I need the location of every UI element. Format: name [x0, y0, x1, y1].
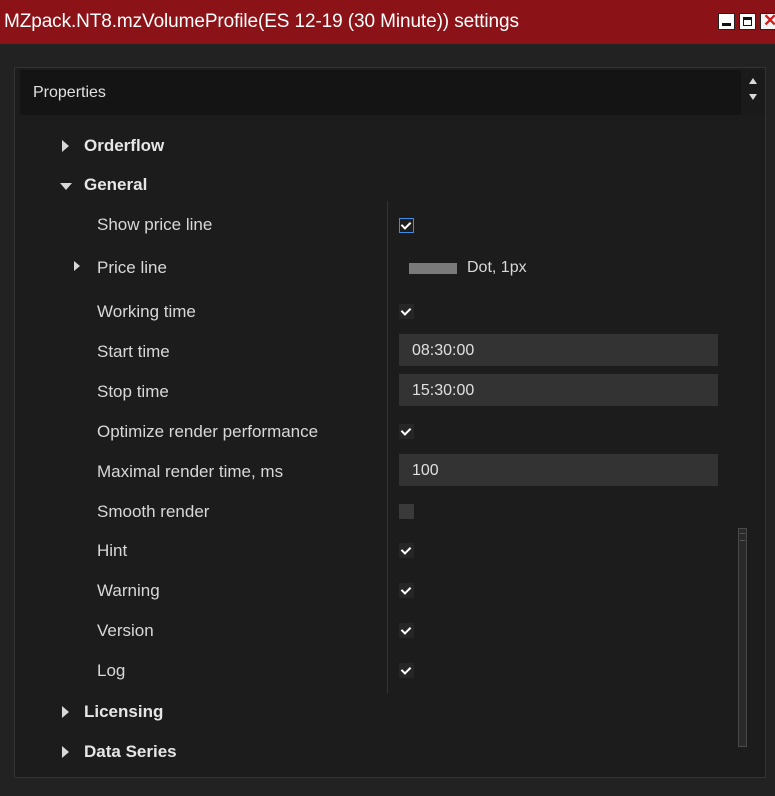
title-bar[interactable]: MZpack.NT8.mzVolumeProfile(ES 12-19 (30 … [0, 0, 775, 44]
vertical-scrollbar-thumb[interactable] [738, 528, 747, 747]
category-data-series-label: Data Series [84, 742, 177, 761]
warning-label: Warning [97, 581, 160, 600]
log-label: Log [97, 661, 126, 680]
category-orderflow-label: Orderflow [84, 136, 165, 155]
minimize-icon[interactable] [718, 13, 735, 30]
properties-header: Properties [20, 70, 741, 115]
start-time-label: Start time [97, 342, 170, 361]
scroll-grip-icon [740, 533, 745, 541]
scroll-buttons[interactable] [741, 70, 765, 115]
smooth-render-label: Smooth render [97, 502, 210, 521]
category-licensing-label: Licensing [84, 702, 164, 721]
column-divider[interactable] [387, 201, 388, 693]
properties-header-label: Properties [33, 84, 106, 101]
expand-caret-icon[interactable] [62, 746, 69, 758]
show-price-line-label: Show price line [97, 215, 213, 234]
max-render-time-input[interactable]: 100 [399, 454, 718, 486]
stop-time-label: Stop time [97, 382, 169, 401]
stop-time-input[interactable]: 15:30:00 [399, 374, 718, 406]
show-price-line-checkbox[interactable] [399, 218, 414, 233]
version-label: Version [97, 621, 154, 640]
max-render-time-label: Maximal render time, ms [97, 462, 284, 481]
close-icon[interactable]: ✕ [760, 11, 775, 30]
price-line-label: Price line [97, 258, 167, 277]
hint-label: Hint [97, 541, 128, 560]
maximize-icon[interactable] [739, 13, 756, 30]
smooth-render-checkbox[interactable] [399, 504, 414, 519]
price-line-expand-icon[interactable] [74, 261, 80, 271]
optimize-render-checkbox[interactable] [399, 424, 414, 439]
optimize-render-label: Optimize render performance [97, 422, 319, 441]
working-time-checkbox[interactable] [399, 304, 414, 319]
version-checkbox[interactable] [399, 623, 414, 638]
expand-caret-icon[interactable] [62, 706, 69, 718]
warning-checkbox[interactable] [399, 583, 414, 598]
expand-caret-icon[interactable] [62, 140, 69, 152]
working-time-label: Working time [97, 302, 196, 321]
scroll-down-icon[interactable] [749, 94, 757, 100]
category-general-label: General [84, 175, 148, 194]
start-time-input[interactable]: 08:30:00 [399, 334, 718, 366]
collapse-caret-icon[interactable] [60, 183, 72, 190]
scroll-up-icon[interactable] [749, 78, 757, 84]
price-line-value[interactable]: Dot, 1px [467, 259, 527, 277]
price-line-color-swatch[interactable] [409, 263, 457, 274]
window-title: MZpack.NT8.mzVolumeProfile(ES 12-19 (30 … [4, 11, 519, 32]
log-checkbox[interactable] [399, 663, 414, 678]
hint-checkbox[interactable] [399, 543, 414, 558]
